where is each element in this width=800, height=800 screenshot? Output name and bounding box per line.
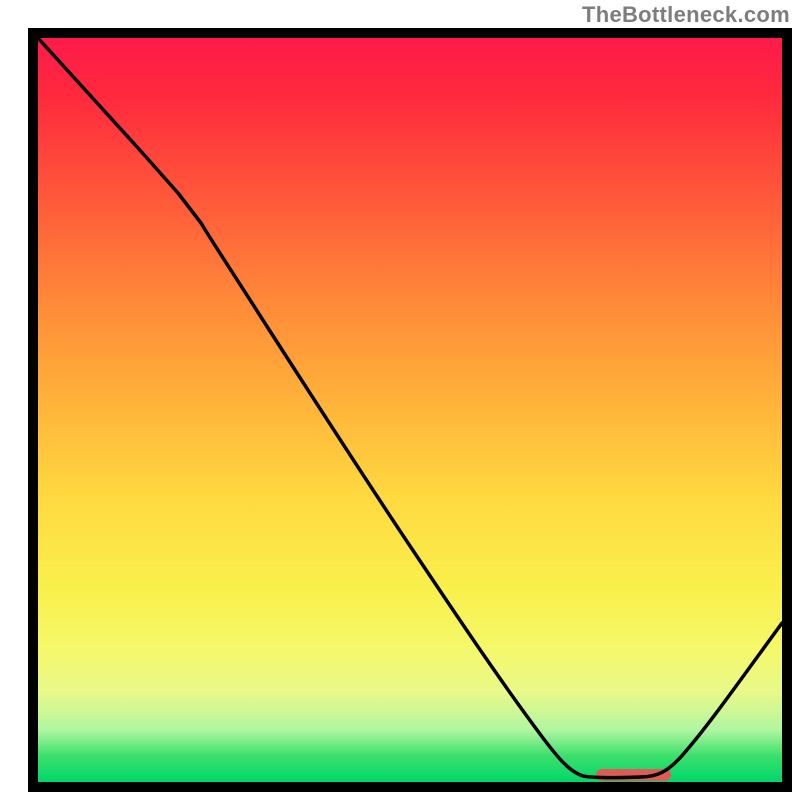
chart-container: TheBottleneck.com: [0, 0, 800, 800]
curve-layer: [38, 38, 782, 782]
watermark-text: TheBottleneck.com: [582, 2, 790, 28]
plot-frame: [28, 28, 792, 792]
bottleneck-curve: [38, 38, 782, 778]
